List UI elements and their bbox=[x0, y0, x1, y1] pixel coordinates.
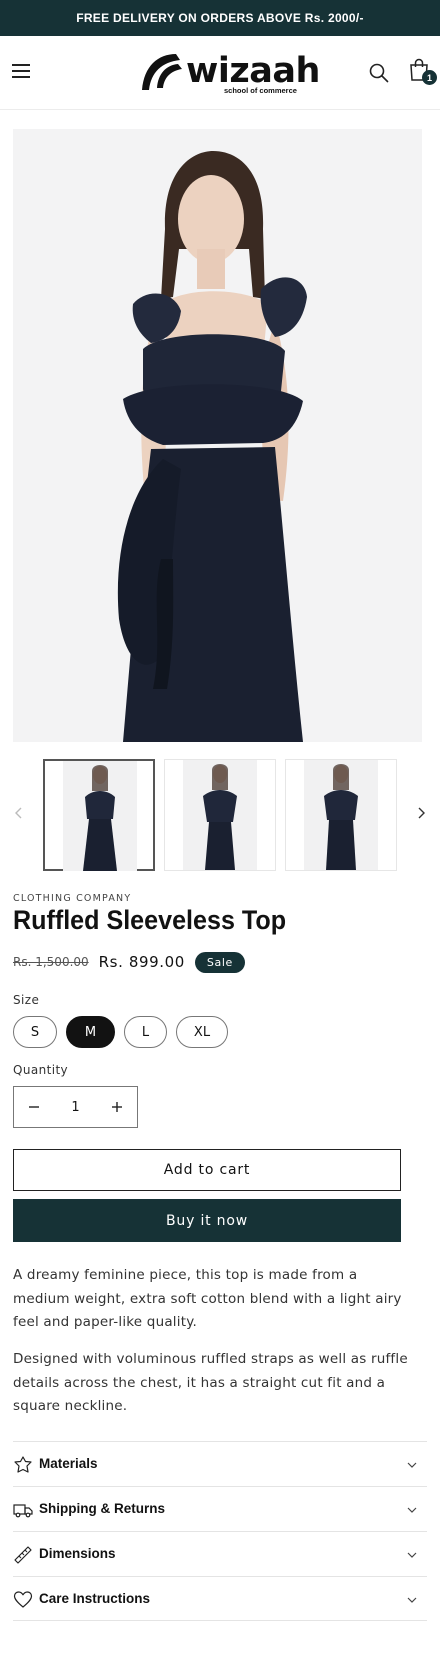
thumbnail-1[interactable] bbox=[43, 759, 155, 871]
menu-button[interactable] bbox=[12, 62, 32, 84]
size-option-xl[interactable]: XL bbox=[176, 1016, 228, 1048]
search-icon bbox=[369, 63, 389, 83]
accordion-label: Care Instructions bbox=[39, 1591, 151, 1606]
product-photo bbox=[13, 129, 422, 742]
buy-now-button[interactable]: Buy it now bbox=[13, 1199, 401, 1242]
product-title: Ruffled Sleeveless Top bbox=[13, 905, 287, 935]
logo-mark-icon bbox=[142, 54, 182, 90]
cart-count-badge: 1 bbox=[422, 70, 437, 85]
product-vendor: CLOTHING COMPANY bbox=[13, 893, 132, 904]
minus-icon bbox=[29, 1106, 39, 1108]
thumbnail-figure bbox=[63, 761, 137, 871]
size-option-s[interactable]: S bbox=[13, 1016, 57, 1048]
product-main-image[interactable] bbox=[13, 129, 422, 742]
accordion-materials[interactable]: Materials bbox=[13, 1441, 427, 1486]
thumbnail-2[interactable] bbox=[164, 759, 276, 871]
hamburger-icon bbox=[12, 64, 30, 66]
size-label: Size bbox=[13, 993, 40, 1007]
hamburger-icon-line bbox=[12, 70, 30, 72]
accordion-label: Shipping & Returns bbox=[39, 1501, 165, 1516]
chevron-left-icon bbox=[15, 807, 22, 819]
announcement-text: FREE DELIVERY ON ORDERS ABOVE Rs. 2000/- bbox=[76, 11, 364, 25]
thumbnail-photo bbox=[183, 760, 257, 870]
hamburger-icon-line bbox=[12, 76, 30, 78]
product-description-paragraph-2: Designed with voluminous ruffled straps … bbox=[13, 1351, 408, 1414]
chevron-right-icon bbox=[418, 807, 425, 819]
slider-next-button[interactable] bbox=[411, 800, 431, 826]
thumbnail-3[interactable] bbox=[285, 759, 397, 871]
product-description-paragraph-1: A dreamy feminine piece, this top is mad… bbox=[13, 1267, 402, 1330]
chevron-down-icon bbox=[407, 1462, 417, 1468]
accordion-label: Materials bbox=[39, 1456, 98, 1471]
accordion-shipping-returns[interactable]: Shipping & Returns bbox=[13, 1486, 427, 1531]
thumbnail-figure bbox=[183, 760, 257, 870]
plus-icon bbox=[112, 1102, 122, 1112]
accordion-care-instructions[interactable]: Care Instructions bbox=[13, 1576, 427, 1621]
price-row: Rs. 1,500.00 Rs. 899.00 Sale bbox=[13, 950, 245, 974]
logo-tagline: school of commerce bbox=[224, 86, 297, 95]
size-option-m[interactable]: M bbox=[66, 1016, 115, 1048]
quantity-stepper bbox=[13, 1086, 138, 1128]
add-to-cart-button[interactable]: Add to cart bbox=[13, 1149, 401, 1191]
leaf-icon bbox=[14, 1456, 32, 1473]
regular-price: Rs. 1,500.00 bbox=[13, 955, 89, 969]
chevron-down-icon bbox=[407, 1507, 417, 1513]
size-option-l[interactable]: L bbox=[124, 1016, 167, 1048]
chevron-down-icon bbox=[407, 1552, 417, 1558]
sale-badge: Sale bbox=[194, 951, 245, 973]
announcement-bar: FREE DELIVERY ON ORDERS ABOVE Rs. 2000/- bbox=[0, 0, 440, 36]
size-selector: S M L XL bbox=[13, 1016, 237, 1048]
heart-icon bbox=[13, 1591, 33, 1608]
chevron-down-icon bbox=[407, 1597, 417, 1603]
cart-button[interactable]: 1 bbox=[408, 58, 437, 86]
product-info-accordion: Materials Shipping & Returns Dimensions … bbox=[13, 1441, 427, 1621]
thumbnail-slider bbox=[0, 758, 440, 874]
sale-price: Rs. 899.00 bbox=[98, 953, 185, 971]
thumbnail-figure bbox=[304, 760, 378, 870]
search-button[interactable] bbox=[368, 62, 390, 84]
accordion-label: Dimensions bbox=[39, 1546, 116, 1561]
thumbnail-photo bbox=[63, 761, 137, 871]
site-header: wizaah school of commerce 1 bbox=[0, 36, 440, 110]
slider-prev-button[interactable] bbox=[9, 800, 29, 826]
thumbnail-photo bbox=[304, 760, 378, 870]
quantity-increase-button[interactable] bbox=[97, 1087, 137, 1127]
accordion-dimensions[interactable]: Dimensions bbox=[13, 1531, 427, 1576]
truck-icon bbox=[13, 1504, 33, 1518]
ruler-icon bbox=[14, 1546, 32, 1564]
quantity-decrease-button[interactable] bbox=[14, 1087, 54, 1127]
logo[interactable]: wizaah school of commerce bbox=[136, 48, 320, 98]
quantity-label: Quantity bbox=[13, 1063, 69, 1077]
quantity-input[interactable] bbox=[54, 1087, 97, 1127]
